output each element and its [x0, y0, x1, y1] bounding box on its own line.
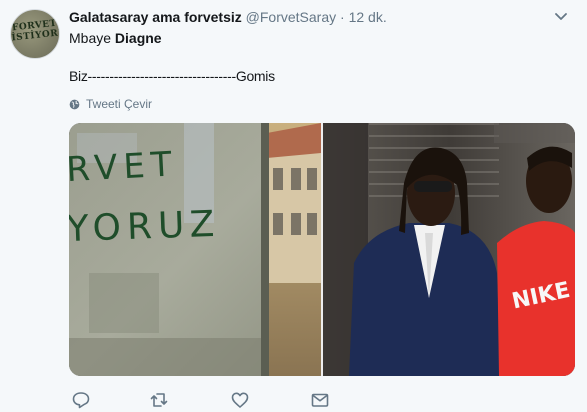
tweet-header: Galatasaray ama forvetsiz @ForvetSaray ·… [69, 9, 387, 25]
timestamp[interactable]: 12 dk. [349, 9, 387, 25]
text-prefix: Mbaye [69, 30, 112, 46]
translate-tweet-link[interactable]: Tweeti Çevir [69, 97, 152, 111]
tweet-text-line-2: Biz----------------------------------Gom… [69, 68, 275, 84]
user-handle[interactable]: @ForvetSaray [246, 9, 336, 25]
avatar-logo-text: FORVET İSTİYORUZ [11, 18, 60, 44]
graffiti-line-2: YORUZ [69, 204, 221, 250]
text-bold-name: Diagne [114, 30, 162, 46]
envelope-icon[interactable] [310, 390, 330, 410]
tweet-actions [69, 386, 369, 412]
globe-icon [69, 99, 80, 109]
graffiti-line-1: RVET [69, 144, 179, 190]
chevron-down-icon[interactable] [555, 12, 567, 22]
reply-icon[interactable] [71, 390, 91, 410]
display-name[interactable]: Galatasaray ama forvetsiz [69, 9, 242, 25]
tweet-photo[interactable]: RVET YORUZ NIKE [69, 123, 575, 376]
avatar[interactable]: FORVET İSTİYORUZ [10, 9, 60, 59]
retweet-icon[interactable] [149, 390, 169, 410]
separator-dot: · [340, 9, 345, 25]
heart-icon[interactable] [230, 390, 250, 410]
tweet-text-line-1: Mbaye Diagne [69, 30, 162, 46]
translate-label: Tweeti Çevir [86, 97, 153, 111]
